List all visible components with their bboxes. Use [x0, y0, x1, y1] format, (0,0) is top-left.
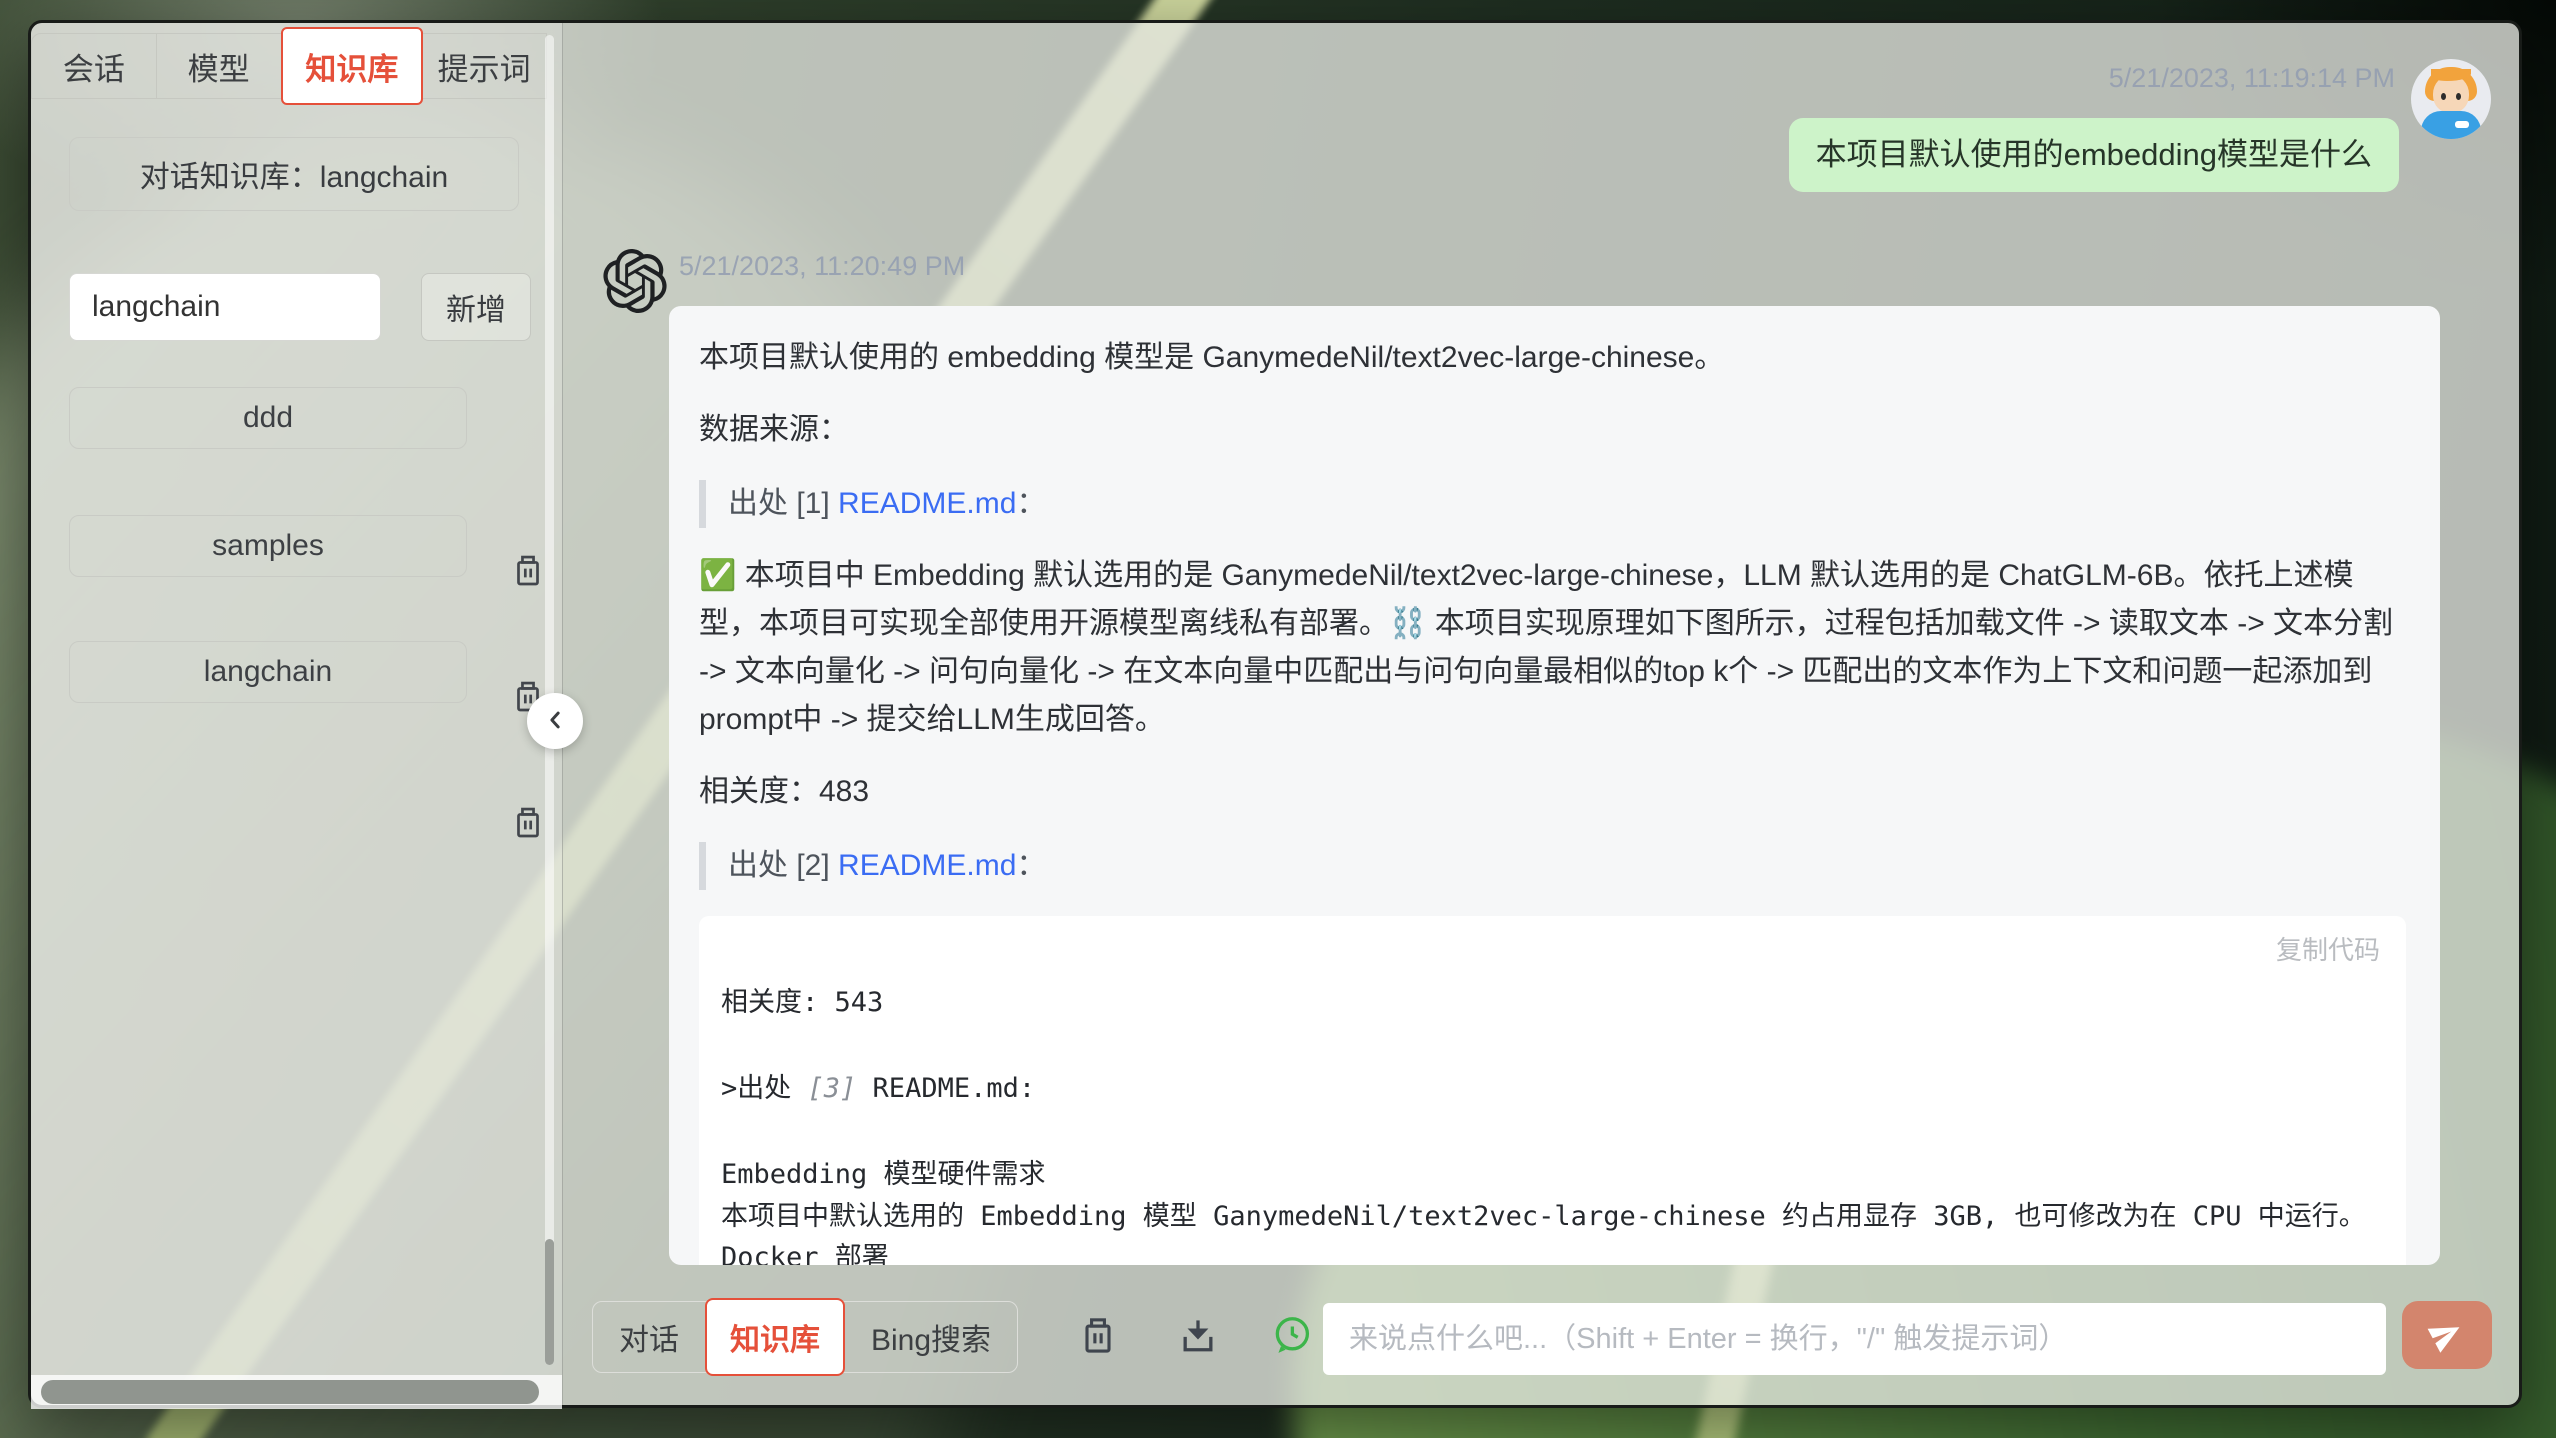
scrollbar-thumb[interactable]: [545, 1239, 554, 1365]
trash-icon: [509, 579, 547, 594]
clear-chat-button[interactable]: [1076, 1314, 1120, 1358]
current-kb-label: 对话知识库：langchain: [69, 137, 519, 211]
kb-item-samples[interactable]: samples: [69, 515, 467, 577]
delete-kb-button[interactable]: [509, 551, 547, 591]
chat-history-clock-icon[interactable]: [1270, 1314, 1314, 1358]
mode-bing-search[interactable]: Bing搜索: [845, 1302, 1017, 1372]
tab-conversation[interactable]: 会话: [31, 33, 157, 99]
add-kb-button[interactable]: 新增: [421, 273, 531, 341]
chevron-left-icon: [540, 705, 570, 738]
code-line: 本项目中默认选用的 Embedding 模型 GanymedeNil/text2…: [721, 1196, 2382, 1265]
scrollbar-thumb[interactable]: [41, 1380, 539, 1404]
sidebar: 会话 模型 知识库 提示词 对话知识库：langchain 新增 ddd sam…: [31, 23, 563, 1405]
sidebar-tabs: 会话 模型 知识库 提示词: [31, 33, 547, 99]
tab-model[interactable]: 模型: [157, 33, 282, 99]
assistant-paragraph: ✅ 本项目中 Embedding 默认选用的是 GanymedeNil/text…: [699, 552, 2406, 744]
assistant-paragraph: 本项目默认使用的 embedding 模型是 GanymedeNil/text2…: [699, 334, 2406, 382]
reference-number: [3]: [808, 1073, 857, 1104]
export-chat-button[interactable]: [1176, 1314, 1220, 1358]
trash-icon: [1076, 1346, 1120, 1361]
trash-icon: [509, 831, 547, 846]
chat-mode-switcher: 对话 知识库 Bing搜索: [592, 1301, 1018, 1373]
sidebar-collapse-button[interactable]: [527, 693, 583, 749]
send-plane-icon: [2421, 1308, 2474, 1362]
tab-prompts[interactable]: 提示词: [422, 33, 547, 99]
mode-conversation[interactable]: 对话: [593, 1302, 705, 1372]
assistant-message-timestamp: 5/21/2023, 11:20:49 PM: [679, 251, 965, 282]
code-line: 相关度: 543: [721, 982, 2382, 1024]
code-line: >出处 [3] README.md:: [721, 1068, 2382, 1110]
assistant-paragraph: 数据来源：: [699, 406, 2406, 454]
openai-logo-icon: [603, 249, 667, 313]
kb-item-ddd[interactable]: ddd: [69, 387, 467, 449]
app-window: 会话 模型 知识库 提示词 对话知识库：langchain 新增 ddd sam…: [28, 20, 2522, 1408]
code-line: Embedding 模型硬件需求: [721, 1154, 2382, 1196]
send-button[interactable]: [2402, 1301, 2492, 1369]
mode-knowledge-base[interactable]: 知识库: [705, 1298, 845, 1376]
source-quote-1: 出处 [1] README.md：: [699, 480, 2406, 528]
sidebar-horizontal-scrollbar: [31, 1375, 562, 1409]
user-avatar: [2411, 59, 2491, 139]
message-input[interactable]: [1323, 1303, 2386, 1375]
kb-item-langchain[interactable]: langchain: [69, 641, 467, 703]
code-block: 复制代码 相关度: 543 >出处 [3] README.md: Embeddi…: [699, 916, 2406, 1265]
delete-kb-button[interactable]: [509, 803, 547, 843]
user-message-timestamp: 5/21/2023, 11:19:14 PM: [2109, 63, 2395, 94]
download-icon: [1176, 1346, 1220, 1361]
source-quote-2: 出处 [2] README.md：: [699, 842, 2406, 890]
kb-name-input[interactable]: [69, 273, 381, 341]
user-message-bubble: 本项目默认使用的embedding模型是什么: [1789, 118, 2399, 192]
assistant-message-card: 本项目默认使用的 embedding 模型是 GanymedeNil/text2…: [669, 306, 2440, 1265]
readme-link[interactable]: README.md: [838, 849, 1016, 882]
copy-code-button[interactable]: 复制代码: [2276, 930, 2380, 967]
relevance-score: 相关度：483: [699, 768, 2406, 816]
tab-knowledge-base[interactable]: 知识库: [281, 27, 424, 105]
readme-link[interactable]: README.md: [838, 487, 1016, 520]
